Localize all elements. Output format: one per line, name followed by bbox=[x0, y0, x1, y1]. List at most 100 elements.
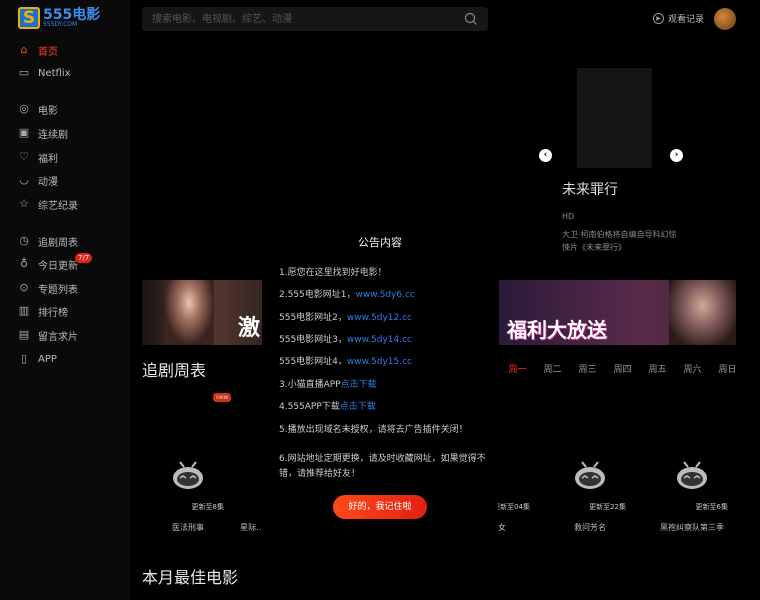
notice-text: 555电影网址2， bbox=[279, 313, 347, 323]
notice-text: 555电影网址3， bbox=[279, 335, 347, 345]
placeholder-robot-icon bbox=[575, 461, 605, 489]
bulb-icon: ♁ bbox=[19, 257, 29, 270]
sidebar-item-series[interactable]: ▣ 连续剧 bbox=[18, 125, 68, 141]
notice-link[interactable]: www.5dy12.cc bbox=[347, 313, 412, 323]
sidebar-item-label: 专题列表 bbox=[38, 284, 78, 296]
history-icon: ▶ bbox=[653, 13, 664, 24]
card-episode: 更新至22集 bbox=[589, 503, 626, 511]
sidebar-item-label: 排行榜 bbox=[38, 307, 68, 319]
notice-modal: 公告内容 1.愿您在这里找到好电影！ 2.555电影网址1，www.5dy6.c… bbox=[262, 226, 498, 536]
sidebar-item-schedule[interactable]: ◷ 追剧周表 bbox=[18, 233, 78, 249]
tab-saturday[interactable]: 周六 bbox=[675, 362, 710, 375]
notice-line: 1.愿您在这里找到好电影！ bbox=[279, 265, 387, 278]
sidebar-item-label: 追剧周表 bbox=[38, 237, 78, 249]
placeholder-robot-icon bbox=[173, 461, 203, 489]
new-tag: new bbox=[213, 393, 232, 402]
carousel-prev-button[interactable]: ‹ bbox=[539, 149, 552, 162]
card-title: 医法刑事 bbox=[172, 523, 204, 532]
search-input[interactable] bbox=[152, 7, 452, 31]
phone-icon: ▯ bbox=[20, 352, 28, 365]
notice-line: 3.小猫直播APP点击下载 bbox=[279, 377, 377, 390]
carousel-description: 大卫·柯南伯格将自编自导科幻惊悚片《未来罪行》 bbox=[562, 230, 677, 252]
topic-icon: ⊙ bbox=[19, 281, 29, 294]
carousel-next-button[interactable]: › bbox=[670, 149, 683, 162]
tab-friday[interactable]: 周五 bbox=[640, 362, 675, 375]
sidebar-item-movie[interactable]: ◎ 电影 bbox=[18, 101, 58, 117]
sidebar-item-welfare[interactable]: ♡ 福利 bbox=[18, 149, 58, 165]
logo-icon: S bbox=[18, 7, 40, 29]
film-icon: ◎ bbox=[19, 102, 29, 115]
modal-title: 公告内容 bbox=[358, 236, 402, 249]
ok-button[interactable]: 好的，我记住啦 bbox=[333, 495, 427, 519]
banner-right[interactable]: 福利大放送 bbox=[499, 280, 736, 345]
notice-line: 555电影网址3，www.5dy14.cc bbox=[279, 332, 412, 345]
notice-text: 5.播放出现域名未授权，请将去广告插件关闭！ bbox=[279, 425, 468, 435]
carousel-poster[interactable] bbox=[577, 68, 652, 168]
notice-line: 4.555APP下载点击下载 bbox=[279, 399, 376, 412]
card-episode: 更新至6集 bbox=[695, 503, 728, 511]
notice-link[interactable]: www.5dy15.cc bbox=[347, 357, 412, 367]
heart-icon: ♡ bbox=[19, 150, 29, 163]
sidebar-item-label: 今日更新 bbox=[38, 260, 78, 272]
sidebar-item-topics[interactable]: ⊙ 专题列表 bbox=[18, 280, 78, 296]
sidebar-item-home[interactable]: ⌂ 首页 bbox=[18, 42, 59, 58]
sidebar-item-label: 连续剧 bbox=[38, 129, 68, 141]
tab-tuesday[interactable]: 周二 bbox=[535, 362, 570, 375]
search-icon[interactable] bbox=[464, 12, 478, 26]
tab-wednesday[interactable]: 周三 bbox=[570, 362, 605, 375]
sidebar-item-anime[interactable]: ◡ 动漫 bbox=[18, 172, 58, 188]
sidebar-item-label: Netflix bbox=[38, 67, 71, 79]
tv-icon: ▣ bbox=[18, 126, 30, 139]
tab-thursday[interactable]: 周四 bbox=[605, 362, 640, 375]
sidebar-item-label: 留言求片 bbox=[38, 331, 78, 343]
notice-link[interactable]: www.5dy14.cc bbox=[347, 335, 412, 345]
star-icon: ☆ bbox=[19, 197, 29, 210]
sidebar-item-label: APP bbox=[38, 353, 57, 365]
notice-link[interactable]: www.5dy6.cc bbox=[356, 290, 415, 300]
banner-right-image bbox=[669, 280, 736, 345]
banner-left-text: 激 bbox=[238, 316, 261, 341]
day-tabs: 周一 周二 周三 周四 周五 周六 周日 bbox=[500, 362, 745, 375]
video-icon: ▭ bbox=[18, 66, 30, 79]
sidebar-item-label: 综艺纪录 bbox=[38, 200, 78, 212]
rank-icon: ▥ bbox=[18, 304, 30, 317]
card-episode: 更新至8集 bbox=[191, 503, 224, 511]
notice-text: 2.555电影网址1， bbox=[279, 290, 356, 300]
sidebar-item-label: 福利 bbox=[38, 153, 58, 165]
sidebar-item-request[interactable]: ▤ 留言求片 bbox=[18, 327, 78, 343]
sidebar-item-label: 电影 bbox=[38, 105, 58, 117]
card-title: 黑袍纠察队第三季 bbox=[660, 523, 724, 532]
notice-text: 4.555APP下载 bbox=[279, 402, 340, 412]
notice-text: 555电影网址4， bbox=[279, 357, 347, 367]
carousel-title[interactable]: 未来罪行 bbox=[562, 179, 618, 199]
tab-monday[interactable]: 周一 bbox=[500, 362, 535, 375]
notice-text: 3.小猫直播APP bbox=[279, 380, 341, 390]
message-icon: ▤ bbox=[18, 328, 30, 341]
banner-left[interactable]: 激 bbox=[142, 280, 279, 345]
notice-link[interactable]: 点击下载 bbox=[341, 380, 377, 390]
anime-icon: ◡ bbox=[19, 173, 29, 186]
sidebar: S 555电影 555DY.COM ⌂ 首页 ▭ Netflix ◎ 电影 ▣ … bbox=[0, 0, 130, 600]
notice-link[interactable]: 点击下载 bbox=[340, 402, 376, 412]
notice-line: 555电影网址4，www.5dy15.cc bbox=[279, 354, 412, 367]
placeholder-robot-icon bbox=[677, 461, 707, 489]
clock-icon: ◷ bbox=[19, 234, 29, 247]
sidebar-item-label: 动漫 bbox=[38, 176, 58, 188]
notice-text: 1.愿您在这里找到好电影！ bbox=[279, 268, 387, 278]
sidebar-item-app[interactable]: ▯ APP bbox=[18, 351, 57, 367]
sidebar-item-variety[interactable]: ☆ 综艺纪录 bbox=[18, 196, 78, 212]
search-bar bbox=[142, 7, 488, 31]
carousel-quality: HD bbox=[562, 212, 575, 221]
history-link[interactable]: ▶ 观看记录 bbox=[653, 12, 704, 25]
sidebar-item-netflix[interactable]: ▭ Netflix bbox=[18, 65, 71, 81]
sidebar-item-today[interactable]: ♁ 今日更新 bbox=[18, 256, 78, 272]
history-label: 观看记录 bbox=[668, 15, 705, 25]
logo[interactable]: S 555电影 555DY.COM bbox=[18, 7, 100, 29]
tab-sunday[interactable]: 周日 bbox=[710, 362, 745, 375]
sidebar-item-label: 首页 bbox=[38, 46, 58, 58]
banner-right-text: 福利大放送 bbox=[507, 318, 607, 342]
avatar[interactable] bbox=[714, 8, 736, 30]
notice-paragraph: 6.网站地址定期更换，请及时收藏网址，如果觉得不错，请推荐给好友！ bbox=[279, 454, 486, 479]
sidebar-item-ranking[interactable]: ▥ 排行榜 bbox=[18, 303, 68, 319]
schedule-title: 追剧周表 bbox=[142, 361, 207, 380]
